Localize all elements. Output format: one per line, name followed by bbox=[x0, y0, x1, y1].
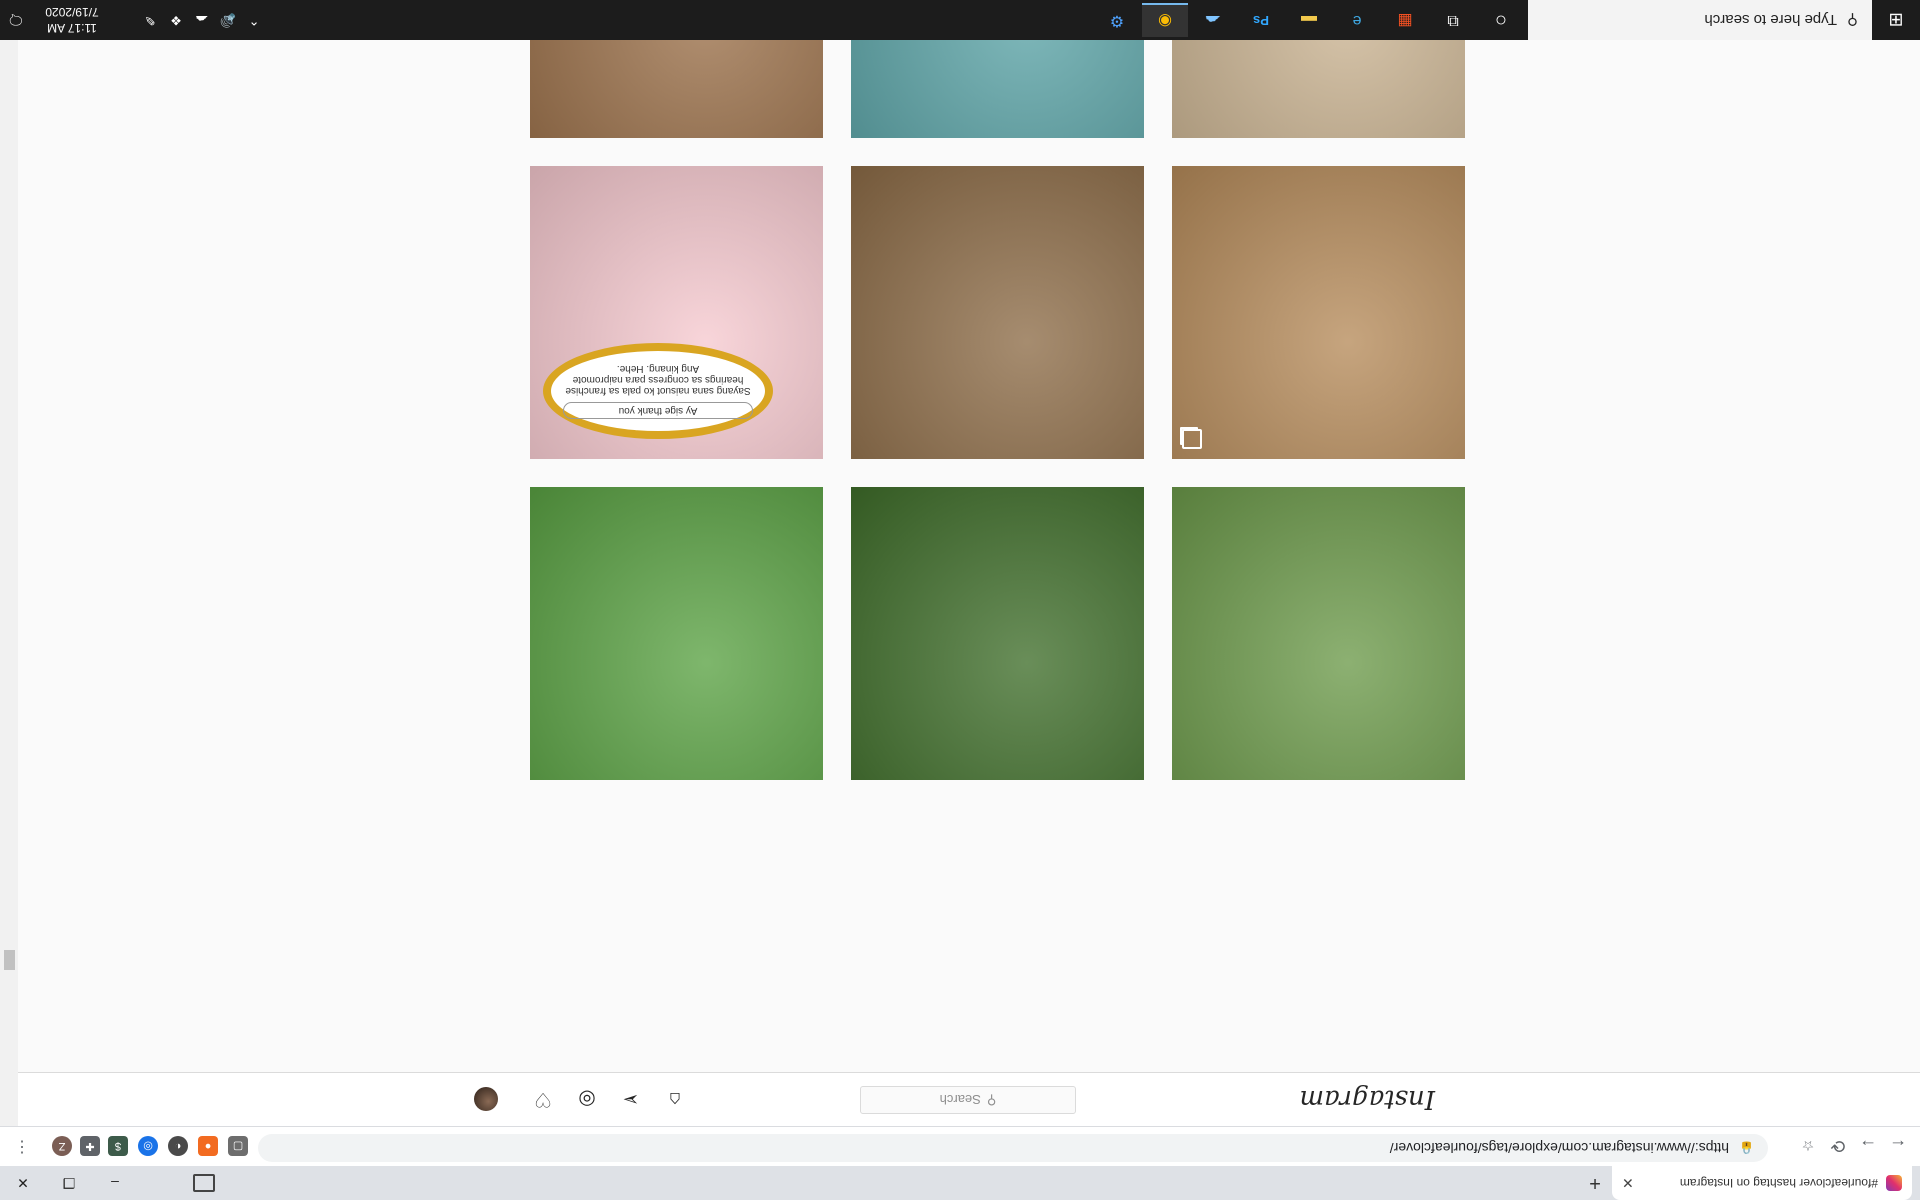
post-tile-clover-in-hand[interactable] bbox=[1172, 487, 1465, 780]
action-center-icon[interactable]: 🗨 bbox=[0, 0, 32, 40]
address-bar[interactable]: 🔒 https://www.instagram.com/explore/tags… bbox=[258, 1134, 1768, 1162]
clock-date: 7/19/2020 bbox=[45, 5, 99, 19]
browser-tab[interactable]: #fourleafclover hashtag on Instagram ✕ bbox=[1612, 1166, 1912, 1200]
post-tile-earring-video[interactable]: Ay sige thank you Sayang sana naisuot ko … bbox=[530, 166, 823, 459]
close-window-button[interactable]: ✕ bbox=[0, 1166, 46, 1200]
photoshop-icon[interactable]: Ps bbox=[1238, 3, 1284, 37]
dropbox-icon[interactable]: ❖ bbox=[164, 8, 188, 32]
edge-icon[interactable]: e bbox=[1334, 3, 1380, 37]
direct-icon[interactable]: ➢ bbox=[618, 1086, 644, 1112]
url-text[interactable]: https://www.instagram.com/explore/tags/f… bbox=[1390, 1140, 1729, 1156]
profile-avatar[interactable] bbox=[474, 1087, 498, 1111]
file-explorer-icon[interactable]: ▬ bbox=[1286, 3, 1332, 37]
back-button[interactable]: ← bbox=[1884, 1132, 1912, 1160]
extension-icon-3[interactable]: ◐ bbox=[168, 1136, 188, 1156]
search-icon: ⚲ bbox=[986, 1093, 997, 1108]
bookmark-star-icon[interactable]: ☆ bbox=[1794, 1132, 1822, 1160]
lock-icon: 🔒 bbox=[1739, 1141, 1754, 1155]
taskbar-search-input[interactable]: ⚲ Type here to search bbox=[1528, 0, 1872, 40]
activity-icon[interactable]: ♡ bbox=[530, 1086, 556, 1112]
post-caption-card: Ay sige thank you Sayang sana naisuot ko … bbox=[543, 343, 773, 439]
extension-icon-2[interactable]: ● bbox=[198, 1136, 218, 1156]
tab-close-icon[interactable]: ✕ bbox=[1622, 1175, 1634, 1192]
start-button[interactable]: ⊞ bbox=[1872, 0, 1920, 40]
pen-icon[interactable]: ✎ bbox=[138, 8, 162, 32]
taskbar-clock[interactable]: 11:17 AM 7/19/2020 bbox=[32, 2, 112, 38]
taskbar-search-placeholder: Type here to search bbox=[1704, 11, 1837, 29]
onedrive-icon[interactable]: ☁ bbox=[1190, 3, 1236, 37]
post-tile-dog-with-clover[interactable] bbox=[1172, 166, 1465, 459]
extension-icon-5[interactable]: $ bbox=[108, 1136, 128, 1156]
instagram-favicon-icon bbox=[1886, 1175, 1902, 1191]
scrollbar-thumb[interactable] bbox=[4, 950, 15, 970]
multiple-photos-icon bbox=[1182, 429, 1202, 449]
reload-button[interactable]: ⟳ bbox=[1824, 1132, 1852, 1160]
post-tile-big-clover-closeup[interactable] bbox=[530, 487, 823, 780]
volume-icon[interactable]: 🔊 bbox=[216, 8, 240, 32]
new-tab-button[interactable]: + bbox=[1582, 1170, 1608, 1196]
settings-app-icon[interactable]: ⚙ bbox=[1094, 3, 1140, 37]
store-icon[interactable]: ▦ bbox=[1382, 3, 1428, 37]
instagram-logo[interactable]: Instagram bbox=[1299, 1082, 1435, 1116]
profile-avatar-button[interactable]: Z bbox=[52, 1136, 72, 1156]
reply-bubble: Ay sige thank you bbox=[563, 402, 753, 419]
instagram-search-input[interactable]: ⚲ Search bbox=[860, 1086, 1076, 1114]
tab-search-icon[interactable] bbox=[193, 1174, 215, 1192]
home-icon[interactable]: ⌂ bbox=[662, 1086, 688, 1112]
restore-button[interactable]: ❐ bbox=[46, 1166, 92, 1200]
chrome-menu-icon[interactable]: ⋮ bbox=[12, 1136, 32, 1156]
extension-icon-4[interactable]: ◎ bbox=[138, 1136, 158, 1156]
chrome-taskbar-icon[interactable]: ◉ bbox=[1142, 3, 1188, 37]
explore-icon[interactable]: ◎ bbox=[574, 1086, 600, 1112]
clock-time: 11:17 AM bbox=[47, 21, 97, 35]
show-hidden-icons[interactable]: ⌃ bbox=[242, 8, 266, 32]
task-view-icon[interactable]: ⧉ bbox=[1430, 3, 1476, 37]
search-placeholder: Search bbox=[939, 1092, 981, 1108]
extension-icon-1[interactable]: ▢ bbox=[228, 1136, 248, 1156]
search-icon: ⚲ bbox=[1847, 11, 1858, 28]
forward-button[interactable]: → bbox=[1854, 1132, 1882, 1160]
network-icon[interactable]: ☁ bbox=[190, 8, 214, 32]
tab-title: #fourleafclover hashtag on Instagram bbox=[1679, 1176, 1878, 1190]
post-tile-clover-on-rock[interactable] bbox=[851, 166, 1144, 459]
post-tile-clover-patch[interactable] bbox=[851, 487, 1144, 780]
minimize-button[interactable]: – bbox=[92, 1166, 138, 1200]
caption-text: Sayang sana naisuot ko pala sa franchise… bbox=[565, 363, 751, 396]
extensions-puzzle-icon[interactable]: ✚ bbox=[80, 1136, 100, 1156]
cortana-icon[interactable]: ○ bbox=[1478, 3, 1524, 37]
